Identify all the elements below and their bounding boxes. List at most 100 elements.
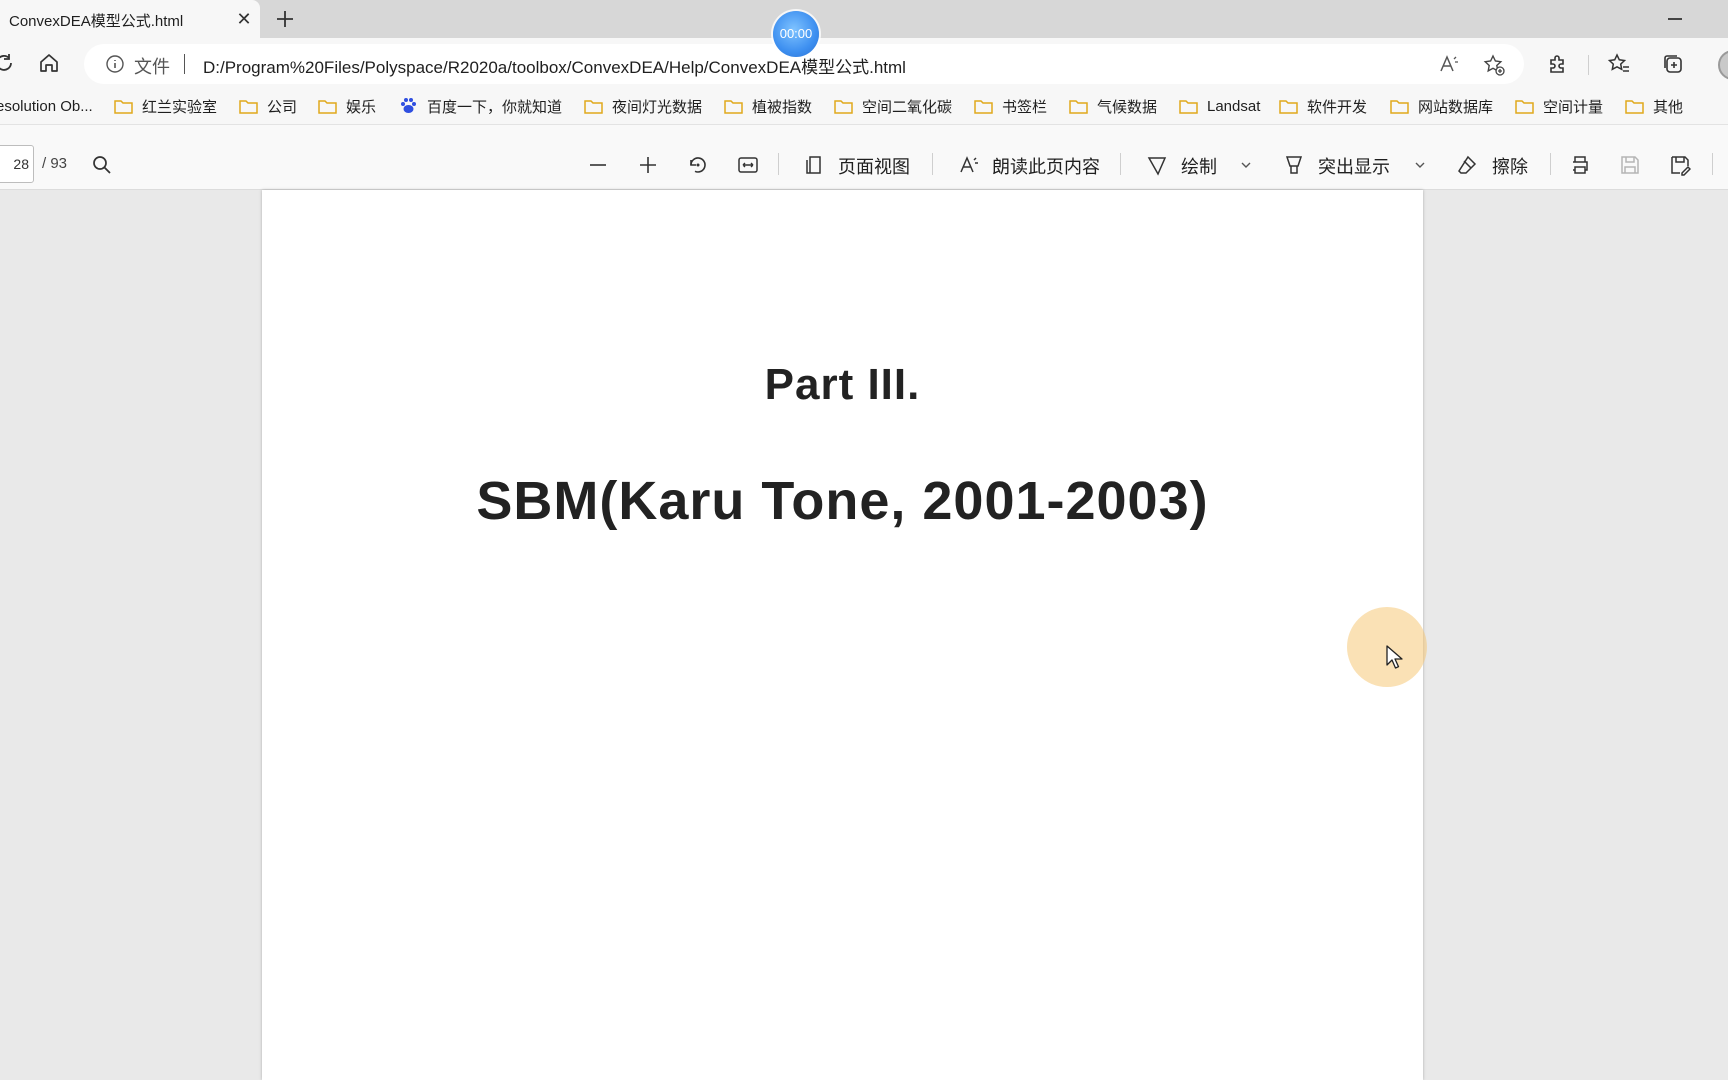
site-info-button[interactable] (104, 53, 126, 75)
favorites-button[interactable] (1606, 51, 1632, 77)
highlight-options-dropdown[interactable] (1412, 157, 1428, 173)
bookmark-baidu[interactable]: 百度一下，你就知道 (399, 95, 562, 117)
address-separator (184, 54, 185, 74)
bookmark-item[interactable]: esolution Ob... (0, 95, 93, 117)
page-view-button[interactable]: 页面视图 (838, 153, 910, 179)
zoom-out-button[interactable] (586, 153, 610, 177)
url-text[interactable]: D:/Program%20Files/Polyspace/R2020a/tool… (203, 53, 906, 78)
printer-icon (1573, 156, 1588, 174)
toolbar-divider (1588, 55, 1589, 75)
bookmark-label: 空间计量 (1543, 98, 1604, 116)
draw-options-dropdown[interactable] (1238, 157, 1254, 173)
file-scheme-label: 文件 (134, 57, 170, 77)
folder-icon (1069, 99, 1088, 114)
part-heading: Part III. (764, 360, 921, 409)
bookmark-folder[interactable]: 气候数据 (1069, 95, 1157, 117)
zoom-in-button[interactable] (636, 153, 660, 177)
pdf-page (262, 190, 1423, 1080)
refresh-button[interactable] (0, 50, 16, 76)
save-as-button[interactable] (1668, 153, 1692, 177)
folder-icon (114, 99, 133, 114)
bookmark-label: 网站数据库 (1418, 98, 1494, 116)
highlight-button[interactable]: 突出显示 (1318, 153, 1390, 179)
new-tab-button[interactable] (273, 7, 297, 31)
folder-icon (1515, 99, 1534, 114)
find-button[interactable] (90, 153, 114, 177)
bookmark-folder[interactable]: Landsat (1179, 95, 1260, 117)
toolbar-separator (1550, 153, 1551, 175)
minus-icon (590, 164, 606, 166)
star-add-icon (1483, 54, 1505, 76)
chevron-down-icon (1241, 162, 1251, 168)
read-aloud-button[interactable] (1437, 52, 1461, 76)
bookmark-label: 气候数据 (1097, 98, 1158, 116)
bookmark-folder[interactable]: 空间二氧化碳 (834, 95, 952, 117)
collections-icon (1664, 55, 1682, 73)
erase-button[interactable]: 擦除 (1492, 153, 1528, 179)
bookmark-folder[interactable]: 植被指数 (724, 95, 812, 117)
toolbar-separator (932, 153, 933, 175)
folder-icon (1390, 99, 1409, 114)
page-count: / 93 (42, 155, 68, 172)
rotate-button[interactable] (686, 153, 710, 177)
toolbar-separator (778, 153, 779, 175)
browser-tab[interactable]: ConvexDEA模型公式.html ✕ (0, 0, 260, 38)
page-number-input[interactable]: 28 (0, 145, 34, 183)
read-aloud-icon (957, 153, 981, 177)
toolbar-separator (1120, 153, 1121, 175)
bookmark-label: 空间二氧化碳 (862, 98, 953, 116)
folder-icon (239, 99, 258, 114)
bookmark-folder[interactable]: 娱乐 (318, 95, 376, 117)
tab-close-button[interactable]: ✕ (234, 9, 254, 29)
folder-icon (1625, 99, 1644, 114)
bookmark-label: 其他 (1653, 98, 1684, 116)
recording-timer-badge: 00:00 (773, 11, 819, 57)
rotate-icon (690, 157, 706, 173)
extensions-button[interactable] (1545, 51, 1571, 77)
add-favorite-button[interactable] (1481, 52, 1507, 78)
bookmark-folder[interactable]: 公司 (239, 95, 297, 117)
section-title: SBM(Karu Tone, 2001-2003) (476, 471, 1209, 531)
bookmark-folder[interactable]: 空间计量 (1515, 95, 1603, 117)
plus-icon (640, 157, 656, 173)
folder-icon (318, 99, 337, 114)
home-icon (40, 54, 58, 72)
eraser-icon (1455, 153, 1479, 177)
bookmark-folder[interactable]: 网站数据库 (1390, 95, 1493, 117)
bookmark-folder[interactable]: 软件开发 (1279, 95, 1367, 117)
print-button[interactable] (1568, 153, 1592, 177)
toolbar-separator (1712, 153, 1713, 175)
draw-icon (1145, 153, 1169, 177)
bookmark-label: 娱乐 (346, 98, 377, 116)
save-button[interactable] (1618, 153, 1642, 177)
collections-button[interactable] (1660, 51, 1686, 77)
bookmark-folder[interactable]: 夜间灯光数据 (584, 95, 702, 117)
mouse-cursor-icon (1386, 645, 1403, 669)
favorites-star-icon (1607, 53, 1629, 72)
read-aloud-page-button[interactable]: 朗读此页内容 (992, 153, 1100, 179)
chevron-down-icon (1415, 162, 1425, 168)
bookmark-label: 红兰实验室 (142, 98, 218, 116)
minimize-button[interactable] (1668, 18, 1682, 20)
page-view-icon (802, 153, 826, 177)
draw-button[interactable]: 绘制 (1181, 153, 1217, 179)
bookmark-folder[interactable]: 书签栏 (974, 95, 1047, 117)
folder-icon (584, 99, 603, 114)
folder-icon (724, 99, 743, 114)
bookmark-label: esolution Ob... (0, 97, 93, 115)
highlight-icon (1282, 153, 1306, 177)
bookmark-label: Landsat (1207, 97, 1261, 115)
folder-icon (1179, 99, 1198, 114)
fit-width-button[interactable] (736, 153, 760, 177)
refresh-icon (0, 54, 12, 71)
baidu-paw-icon (401, 98, 416, 113)
tab-title: ConvexDEA模型公式.html (9, 13, 184, 30)
bookmark-folder[interactable]: 其他 (1625, 95, 1683, 117)
save-icon (1621, 156, 1639, 174)
folder-icon (834, 99, 853, 114)
bookmark-label: 夜间灯光数据 (612, 98, 703, 116)
home-button[interactable] (36, 50, 62, 76)
bookmark-label: 书签栏 (1002, 98, 1048, 116)
puzzle-icon (1550, 55, 1564, 73)
bookmark-folder[interactable]: 红兰实验室 (114, 95, 217, 117)
